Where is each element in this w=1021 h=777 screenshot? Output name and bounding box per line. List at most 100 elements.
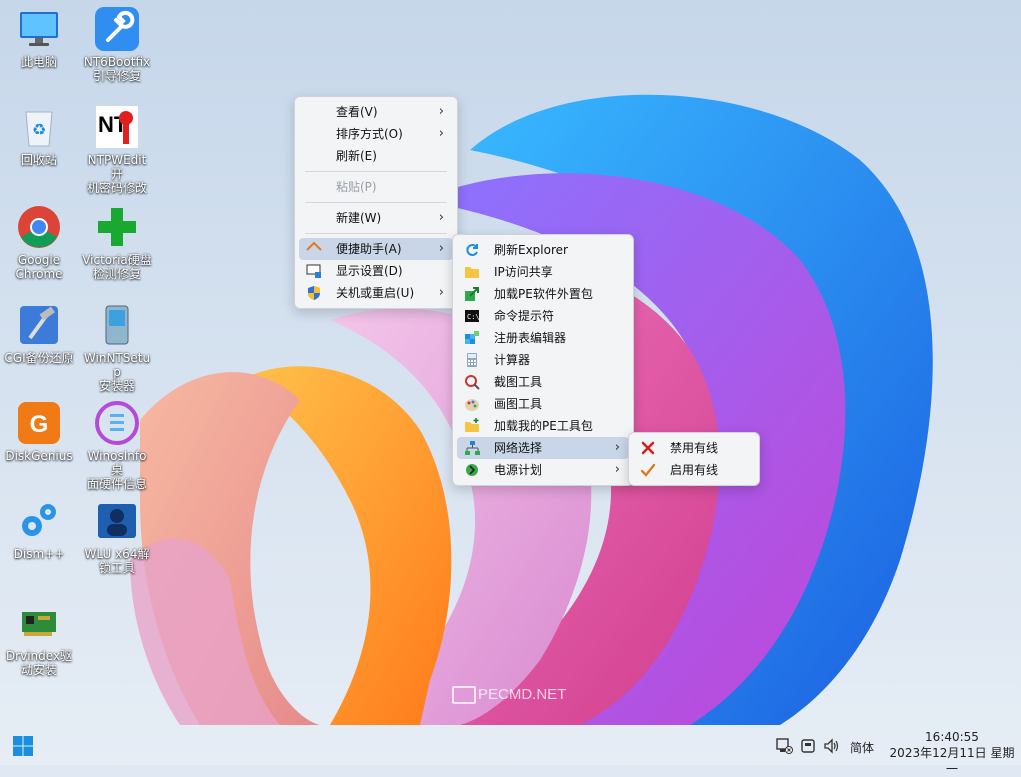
helper-submenu: 刷新Explorer IP访问共享 加载PE软件外置包 C:\ 命令提示符 注册… — [452, 234, 634, 486]
refresh-icon — [464, 242, 480, 258]
desktop-icon-chrome[interactable]: Google Chrome — [4, 204, 74, 281]
computer-icon — [16, 6, 62, 52]
desktop-icon-label: Victoria硬盘 检测修复 — [82, 253, 152, 281]
display-settings-icon — [306, 263, 322, 279]
tray-network-icon[interactable] — [775, 737, 793, 758]
menu-item-ip-share[interactable]: IP访问共享 — [457, 261, 629, 283]
windows-logo-icon — [13, 736, 33, 756]
clock-time: 16:40:55 — [925, 730, 979, 744]
house-icon — [306, 241, 322, 257]
menu-item-cmd[interactable]: C:\ 命令提示符 — [457, 305, 629, 327]
wrench-icon — [94, 6, 140, 52]
menu-item-paint[interactable]: 画图工具 — [457, 393, 629, 415]
menu-item-label: 网络选择 — [494, 441, 543, 455]
menu-separator — [305, 171, 447, 172]
menu-item-helper[interactable]: 便捷助手(A) › — [299, 238, 453, 260]
setup-icon — [94, 302, 140, 348]
chevron-right-icon: › — [438, 104, 444, 119]
menu-item-label: IP访问共享 — [494, 265, 553, 279]
taskbar-clock[interactable]: 16:40:55 2023年12月11日 星期一 — [887, 729, 1017, 777]
desktop-icon-label: 回收站 — [20, 153, 57, 167]
desktop-context-menu: 查看(V) › 排序方式(O) › 刷新(E) 粘贴(P) 新建(W) › 便捷… — [294, 96, 458, 309]
paint-icon — [464, 396, 480, 412]
chevron-right-icon: › — [438, 126, 444, 141]
desktop-icon-dism[interactable]: Dism++ — [4, 498, 74, 561]
start-button[interactable] — [12, 735, 34, 757]
desktop-icon-label: Dism++ — [13, 547, 65, 561]
svg-text:♻: ♻ — [32, 120, 46, 139]
menu-item-new[interactable]: 新建(W) › — [299, 207, 453, 229]
menu-item-label: 便捷助手(A) — [336, 242, 402, 256]
tray-device-icon[interactable] — [800, 737, 818, 758]
menu-item-label: 启用有线 — [670, 463, 719, 477]
desktop-icon-drvindex[interactable]: Drvindex驱 动安装 — [4, 600, 74, 677]
menu-item-power-plan[interactable]: 电源计划 › — [457, 459, 629, 481]
menu-item-label: 刷新Explorer — [494, 243, 568, 257]
menu-item-paste: 粘贴(P) — [299, 176, 453, 198]
desktop-icon-wlu[interactable]: WLU x64解 锁工具 — [82, 498, 152, 575]
shield-icon — [306, 285, 322, 301]
desktop-icon-recycle-bin[interactable]: ♻ 回收站 — [4, 104, 74, 167]
desktop-icon-nt6bootfix[interactable]: NT6Bootfix 引导修复 — [82, 6, 152, 83]
cmd-icon: C:\ — [464, 308, 480, 324]
network-icon — [464, 440, 480, 456]
desktop-icon-label: WinNTSetup 安装器 — [83, 351, 151, 393]
menu-item-enable-wired[interactable]: 启用有线 — [633, 459, 755, 481]
menu-item-label: 画图工具 — [494, 397, 543, 411]
desktop-icon-winntsetup[interactable]: WinNTSetup 安装器 — [82, 302, 152, 393]
menu-item-label: 查看(V) — [336, 105, 378, 119]
desktop-icon-victoria[interactable]: Victoria硬盘 检测修复 — [82, 204, 152, 281]
desktop-icon-ntpwedit[interactable]: NT NTPWEdit开 机密码修改 — [82, 104, 152, 195]
folder-icon — [464, 264, 480, 280]
desktop-icon-label: NTPWEdit开 机密码修改 — [86, 153, 147, 195]
clock-date: 2023年12月11日 星期一 — [889, 746, 1015, 776]
desktop-icon-label: Drvindex驱 动安装 — [5, 649, 73, 677]
desktop-icon-cgi[interactable]: CGI备份还原 — [4, 302, 74, 365]
menu-item-label: 关机或重启(U) — [336, 286, 415, 300]
chevron-right-icon: › — [438, 241, 444, 256]
menu-item-calculator[interactable]: 计算器 — [457, 349, 629, 371]
desktop-icon-diskgenius[interactable]: G DiskGenius — [4, 400, 74, 463]
menu-item-shutdown[interactable]: 关机或重启(U) › — [299, 282, 453, 304]
desktop-icon-this-pc[interactable]: 此电脑 — [4, 6, 74, 69]
menu-item-label: 禁用有线 — [670, 441, 719, 455]
desktop-icon-label: WLU x64解 锁工具 — [84, 547, 150, 575]
chevron-right-icon: › — [438, 210, 444, 225]
menu-item-network-select[interactable]: 网络选择 › — [457, 437, 629, 459]
menu-item-sort[interactable]: 排序方式(O) › — [299, 123, 453, 145]
watermark: PECMD.NET — [452, 686, 566, 705]
menu-item-regedit[interactable]: 注册表编辑器 — [457, 327, 629, 349]
menu-item-disable-wired[interactable]: 禁用有线 — [633, 437, 755, 459]
menu-item-label: 命令提示符 — [494, 309, 555, 323]
menu-item-snipping[interactable]: 截图工具 — [457, 371, 629, 393]
menu-item-refresh-explorer[interactable]: 刷新Explorer — [457, 239, 629, 261]
ime-indicator[interactable]: 简体 — [850, 739, 874, 756]
menu-separator — [305, 233, 447, 234]
power-plan-icon — [464, 462, 480, 478]
menu-item-label: 排序方式(O) — [336, 127, 403, 141]
network-card-icon — [16, 600, 62, 646]
svg-text:G: G — [30, 411, 49, 438]
desktop-icon-winosinfo[interactable]: WinosInfo桌 面硬件信息 — [82, 400, 152, 491]
green-cross-icon — [94, 204, 140, 250]
chrome-icon — [16, 204, 62, 250]
menu-item-view[interactable]: 查看(V) › — [299, 101, 453, 123]
gears-icon — [16, 498, 62, 544]
key-icon: NT — [94, 104, 140, 150]
menu-item-label: 新建(W) — [336, 211, 382, 225]
chevron-right-icon: › — [438, 285, 444, 300]
recycle-bin-icon: ♻ — [16, 104, 62, 150]
menu-item-refresh[interactable]: 刷新(E) — [299, 145, 453, 167]
desktop-icon-label: NT6Bootfix 引导修复 — [83, 55, 151, 83]
menu-item-display-settings[interactable]: 显示设置(D) — [299, 260, 453, 282]
tray-volume-icon[interactable] — [823, 737, 841, 758]
menu-item-label: 计算器 — [494, 353, 531, 367]
menu-item-my-pe-tools[interactable]: 加载我的PE工具包 — [457, 415, 629, 437]
menu-item-load-pe-pkg[interactable]: 加载PE软件外置包 — [457, 283, 629, 305]
menu-separator — [305, 202, 447, 203]
diskgenius-icon: G — [16, 400, 62, 446]
menu-item-label: 粘贴(P) — [336, 180, 377, 194]
svg-text:C:\: C:\ — [467, 313, 480, 321]
desktop-icon-label: Google Chrome — [15, 253, 63, 281]
red-x-icon — [640, 440, 656, 456]
